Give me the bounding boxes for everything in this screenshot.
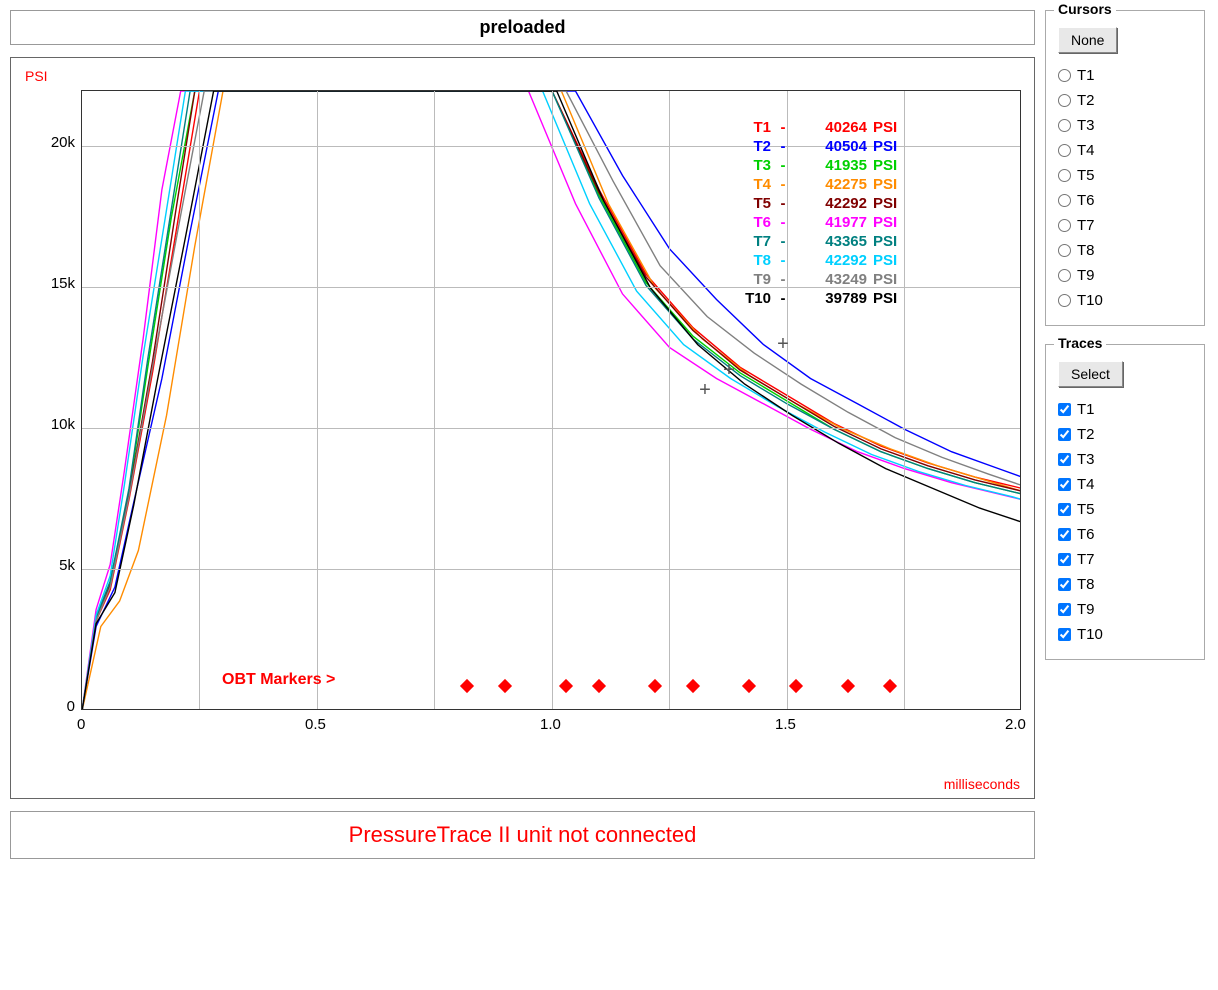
chart-legend: T1-40264PSIT2-40504PSIT3-41935PSIT4-4227… — [731, 118, 981, 308]
trace-check-label: T7 — [1077, 547, 1095, 572]
cursor-radio-label: T1 — [1077, 63, 1095, 88]
cursor-radio-input[interactable] — [1058, 269, 1071, 282]
trace-check-t8[interactable]: T8 — [1058, 572, 1192, 597]
cursor-radio-label: T7 — [1077, 213, 1095, 238]
cursor-cross-icon: + — [698, 383, 712, 397]
cursor-radio-input[interactable] — [1058, 244, 1071, 257]
cursor-radio-input[interactable] — [1058, 94, 1071, 107]
legend-row: T9-43249PSI — [731, 270, 981, 289]
y-tick: 15k — [31, 275, 75, 292]
cursor-radio-input[interactable] — [1058, 69, 1071, 82]
trace-check-t5[interactable]: T5 — [1058, 497, 1192, 522]
cursors-panel: Cursors None T1 T2 T3 T4 T5 T6 T7 T8 T9 … — [1045, 10, 1205, 326]
legend-row: T10-39789PSI — [731, 289, 981, 308]
x-axis-label: milliseconds — [944, 776, 1020, 792]
trace-check-t9[interactable]: T9 — [1058, 597, 1192, 622]
cursor-radio-input[interactable] — [1058, 119, 1071, 132]
trace-check-label: T4 — [1077, 472, 1095, 497]
trace-check-input[interactable] — [1058, 503, 1071, 516]
y-axis-label: PSI — [25, 68, 48, 84]
trace-check-input[interactable] — [1058, 553, 1071, 566]
trace-check-label: T1 — [1077, 397, 1095, 422]
trace-check-input[interactable] — [1058, 453, 1071, 466]
cursor-radio-input[interactable] — [1058, 294, 1071, 307]
cursor-cross-icon: + — [776, 337, 790, 351]
trace-check-label: T5 — [1077, 497, 1095, 522]
legend-row: T6-41977PSI — [731, 213, 981, 232]
x-tick: 2.0 — [1005, 716, 1026, 733]
trace-check-t10[interactable]: T10 — [1058, 622, 1192, 647]
cursor-radio-label: T4 — [1077, 138, 1095, 163]
legend-row: T3-41935PSI — [731, 156, 981, 175]
cursors-none-button[interactable]: None — [1058, 27, 1117, 53]
traces-panel-title: Traces — [1054, 335, 1106, 351]
cursor-radio-input[interactable] — [1058, 144, 1071, 157]
traces-select-button[interactable]: Select — [1058, 361, 1123, 387]
trace-check-t6[interactable]: T6 — [1058, 522, 1192, 547]
legend-row: T8-42292PSI — [731, 251, 981, 270]
cursor-radio-label: T9 — [1077, 263, 1095, 288]
cursor-radio-label: T3 — [1077, 113, 1095, 138]
trace-check-label: T3 — [1077, 447, 1095, 472]
trace-check-label: T2 — [1077, 422, 1095, 447]
x-tick: 0.5 — [305, 716, 326, 733]
cursor-radio-label: T5 — [1077, 163, 1095, 188]
cursor-radio-t3[interactable]: T3 — [1058, 113, 1192, 138]
chart-title: preloaded — [10, 10, 1035, 45]
y-tick: 10k — [31, 416, 75, 433]
trace-check-t1[interactable]: T1 — [1058, 397, 1192, 422]
y-tick: 20k — [31, 134, 75, 151]
legend-row: T4-42275PSI — [731, 175, 981, 194]
status-message: PressureTrace II unit not connected — [10, 811, 1035, 859]
legend-row: T1-40264PSI — [731, 118, 981, 137]
x-tick: 1.0 — [540, 716, 561, 733]
cursor-radio-t1[interactable]: T1 — [1058, 63, 1192, 88]
trace-check-input[interactable] — [1058, 603, 1071, 616]
trace-check-input[interactable] — [1058, 478, 1071, 491]
cursor-radio-t8[interactable]: T8 — [1058, 238, 1192, 263]
cursor-radio-label: T8 — [1077, 238, 1095, 263]
cursor-radio-input[interactable] — [1058, 194, 1071, 207]
trace-check-input[interactable] — [1058, 578, 1071, 591]
cursor-radio-label: T10 — [1077, 288, 1103, 313]
y-tick: 0 — [31, 698, 75, 715]
cursor-radio-t10[interactable]: T10 — [1058, 288, 1192, 313]
obt-markers-label: OBT Markers > — [222, 671, 335, 689]
traces-panel: Traces Select T1 T2 T3 T4 T5 T6 T7 T8 T9… — [1045, 344, 1205, 660]
trace-check-label: T9 — [1077, 597, 1095, 622]
trace-check-t4[interactable]: T4 — [1058, 472, 1192, 497]
cursor-radio-t2[interactable]: T2 — [1058, 88, 1192, 113]
trace-check-t7[interactable]: T7 — [1058, 547, 1192, 572]
chart-frame: PSI 0 5k 10k 15k 20k OBT Markers > — [10, 57, 1035, 799]
x-tick: 1.5 — [775, 716, 796, 733]
trace-check-input[interactable] — [1058, 528, 1071, 541]
cursor-radio-t9[interactable]: T9 — [1058, 263, 1192, 288]
legend-row: T2-40504PSI — [731, 137, 981, 156]
trace-check-label: T8 — [1077, 572, 1095, 597]
cursor-cross-icon: + — [722, 363, 736, 377]
cursors-panel-title: Cursors — [1054, 1, 1116, 17]
x-tick: 0 — [77, 716, 85, 733]
cursor-radio-t6[interactable]: T6 — [1058, 188, 1192, 213]
cursor-radio-input[interactable] — [1058, 169, 1071, 182]
trace-check-input[interactable] — [1058, 428, 1071, 441]
legend-row: T7-43365PSI — [731, 232, 981, 251]
cursor-radio-t5[interactable]: T5 — [1058, 163, 1192, 188]
trace-check-input[interactable] — [1058, 628, 1071, 641]
cursor-radio-input[interactable] — [1058, 219, 1071, 232]
trace-check-label: T10 — [1077, 622, 1103, 647]
trace-check-input[interactable] — [1058, 403, 1071, 416]
cursor-radio-label: T6 — [1077, 188, 1095, 213]
legend-row: T5-42292PSI — [731, 194, 981, 213]
trace-check-t3[interactable]: T3 — [1058, 447, 1192, 472]
cursor-radio-label: T2 — [1077, 88, 1095, 113]
cursor-radio-t4[interactable]: T4 — [1058, 138, 1192, 163]
trace-check-label: T6 — [1077, 522, 1095, 547]
cursor-radio-t7[interactable]: T7 — [1058, 213, 1192, 238]
trace-check-t2[interactable]: T2 — [1058, 422, 1192, 447]
y-tick: 5k — [31, 557, 75, 574]
